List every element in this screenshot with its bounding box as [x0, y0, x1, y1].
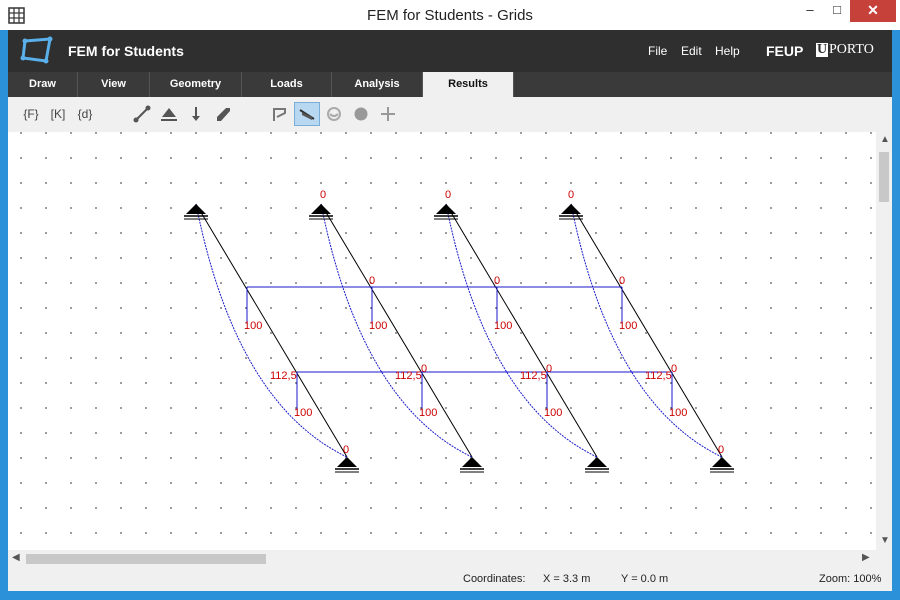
- label-beam-lower-3: 0: [671, 363, 677, 375]
- label-lower-100-1: 100: [419, 407, 437, 419]
- label-bottom-3: 0: [718, 444, 724, 456]
- displacement-vector-button[interactable]: {d}: [72, 102, 98, 126]
- status-bar: Coordinates: X = 3.3 m Y = 0.0 m Zoom: 1…: [8, 567, 892, 591]
- moment-button[interactable]: [210, 102, 236, 126]
- feup-logo: FEUP: [766, 43, 804, 59]
- tab-geometry[interactable]: Geometry: [150, 72, 242, 97]
- label-lower-100-0: 100: [294, 407, 312, 419]
- label-beam-upper-2: 0: [494, 275, 500, 287]
- vertical-scrollbar[interactable]: ▲ ▼: [876, 132, 892, 550]
- label-112-1: 112,5: [395, 370, 422, 382]
- coordinate-y: Y = 0.0 m: [621, 573, 669, 585]
- label-lower-100-3: 100: [669, 407, 687, 419]
- label-upper-100-0: 100: [244, 320, 262, 332]
- coordinate-x: X = 3.3 m: [543, 573, 591, 585]
- element-icon: [133, 105, 151, 123]
- horizontal-scrollbar[interactable]: ◀ ▶: [8, 550, 892, 567]
- support-icon: [161, 108, 177, 121]
- zoom-level: Zoom: 100%: [819, 573, 882, 585]
- scroll-left-arrow[interactable]: ◀: [12, 552, 20, 563]
- add-icon: [381, 107, 395, 121]
- diagram-button[interactable]: [294, 102, 320, 126]
- circle-icon: [354, 107, 368, 121]
- tab-results[interactable]: Results: [423, 72, 514, 97]
- tab-analysis[interactable]: Analysis: [332, 72, 423, 97]
- tab-draw[interactable]: Draw: [8, 72, 78, 97]
- add-button[interactable]: [375, 102, 401, 126]
- minimize-button[interactable]: –: [795, 0, 825, 22]
- label-beam-upper-1: 0: [369, 275, 375, 287]
- structure-button[interactable]: [267, 102, 293, 126]
- load-button[interactable]: [183, 102, 209, 126]
- label-top-2: 0: [445, 189, 451, 201]
- uporto-text: PORTO: [829, 42, 874, 57]
- label-112-2: 112,5: [520, 370, 547, 382]
- label-beam-lower-2: 0: [546, 363, 552, 375]
- menu-file[interactable]: File: [648, 44, 667, 58]
- label-upper-100-2: 100: [494, 320, 512, 332]
- coordinates-label: Coordinates:: [463, 573, 526, 585]
- element-button[interactable]: [129, 102, 155, 126]
- diagram-icon: [299, 109, 315, 120]
- window-titlebar: FEM for Students - Grids – □ ✕: [0, 0, 900, 30]
- label-upper-100-3: 100: [619, 320, 637, 332]
- label-top-1: 0: [320, 189, 326, 201]
- load-arrow-icon: [192, 107, 200, 121]
- label-upper-100-1: 100: [369, 320, 387, 332]
- uporto-letter: U: [816, 42, 828, 57]
- support-button[interactable]: [156, 102, 182, 126]
- app-name: FEM for Students: [68, 43, 184, 59]
- scroll-up-arrow[interactable]: ▲: [880, 134, 890, 145]
- moment-icon: [217, 108, 230, 121]
- structure-icon: [273, 108, 286, 121]
- force-vector-button[interactable]: {F}: [18, 102, 44, 126]
- circle-button[interactable]: [348, 102, 374, 126]
- deformed-button[interactable]: [321, 102, 347, 126]
- close-button[interactable]: ✕: [850, 0, 896, 22]
- label-112-3: 112,5: [645, 370, 672, 382]
- horizontal-scroll-thumb[interactable]: [26, 554, 266, 564]
- menu-help[interactable]: Help: [715, 44, 740, 58]
- label-beam-lower-1: 0: [421, 363, 427, 375]
- deformed-icon: [327, 107, 341, 121]
- ribbon-tabs: Draw View Geometry Loads Analysis Result…: [8, 72, 892, 97]
- label-beam-upper-3: 0: [619, 275, 625, 287]
- label-lower-100-2: 100: [544, 407, 562, 419]
- grid-diagram: 100 112,5 100 0 0 0 100 112,5 100 0 0 0 100 112,5 100 0…: [8, 132, 876, 550]
- drawing-canvas[interactable]: 100 112,5 100 0 0 0 100 112,5 100 0 0 0 100 112,5 100 0…: [8, 132, 876, 550]
- window-title: FEM for Students - Grids: [367, 7, 533, 24]
- stiffness-matrix-button[interactable]: [K]: [45, 102, 71, 126]
- results-toolbar: {F} [K] {d}: [8, 97, 892, 133]
- scroll-down-arrow[interactable]: ▼: [880, 535, 890, 546]
- vertical-scroll-thumb[interactable]: [879, 152, 889, 202]
- tab-view[interactable]: View: [78, 72, 150, 97]
- label-bottom-0: 0: [343, 444, 349, 456]
- maximize-button[interactable]: □: [822, 0, 852, 22]
- menu-edit[interactable]: Edit: [681, 44, 702, 58]
- uporto-logo: U PORTO: [816, 42, 874, 58]
- tab-loads[interactable]: Loads: [242, 72, 332, 97]
- label-top-3: 0: [568, 189, 574, 201]
- label-112-0: 112,5: [270, 370, 297, 382]
- scroll-right-arrow[interactable]: ▶: [862, 552, 870, 563]
- app-header: FEM for Students File Edit Help FEUP U PO…: [8, 30, 892, 72]
- app-logo-icon: [20, 36, 53, 64]
